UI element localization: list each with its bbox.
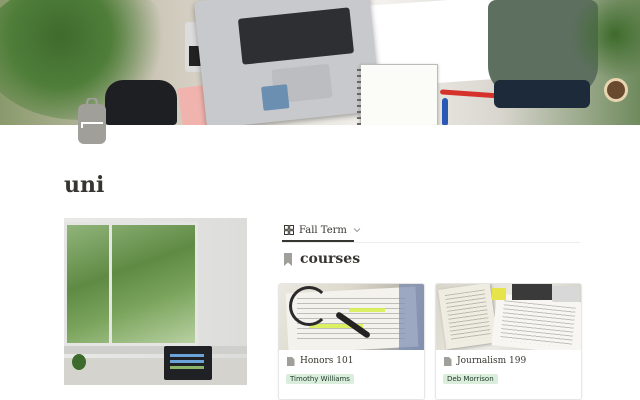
gallery-grid-icon [284, 225, 294, 235]
section-heading: courses [300, 251, 361, 267]
badge-decoration [604, 78, 628, 102]
gallery-card[interactable]: Journalism 199 Deb Morrison [435, 283, 582, 400]
pouch-zipper-decoration [494, 80, 590, 108]
blue-pen-decoration [442, 98, 448, 125]
page-icon [287, 356, 295, 366]
section-header: courses [284, 251, 360, 267]
headphones-decoration [105, 80, 177, 125]
card-cover-image [436, 284, 581, 350]
view-tab-fall-term[interactable]: Fall Term [284, 222, 361, 238]
keyboard-decoration [237, 7, 355, 65]
card-cover-image [279, 284, 424, 350]
bookmark-icon [284, 252, 292, 266]
sticker-decoration [261, 84, 290, 111]
laptop-decoration [193, 0, 382, 125]
window-decoration [64, 222, 198, 346]
instructor-tag: Timothy Williams [286, 374, 354, 384]
card-title: Journalism 199 [457, 356, 527, 366]
backpack-icon[interactable] [77, 98, 107, 144]
desk-window-photo [64, 218, 247, 385]
plant-decoration [72, 354, 86, 370]
card-title: Honors 101 [300, 356, 354, 366]
page-title: uni [64, 172, 105, 198]
divider [282, 242, 580, 243]
instructor-tag: Deb Morrison [443, 374, 498, 384]
view-tab-label: Fall Term [299, 224, 347, 236]
gallery-card[interactable]: Honors 101 Timothy Williams [278, 283, 425, 400]
chevron-down-icon[interactable] [353, 226, 361, 234]
laptop-decoration [164, 346, 212, 380]
page-icon [444, 356, 452, 366]
notebook-decoration [357, 64, 438, 125]
